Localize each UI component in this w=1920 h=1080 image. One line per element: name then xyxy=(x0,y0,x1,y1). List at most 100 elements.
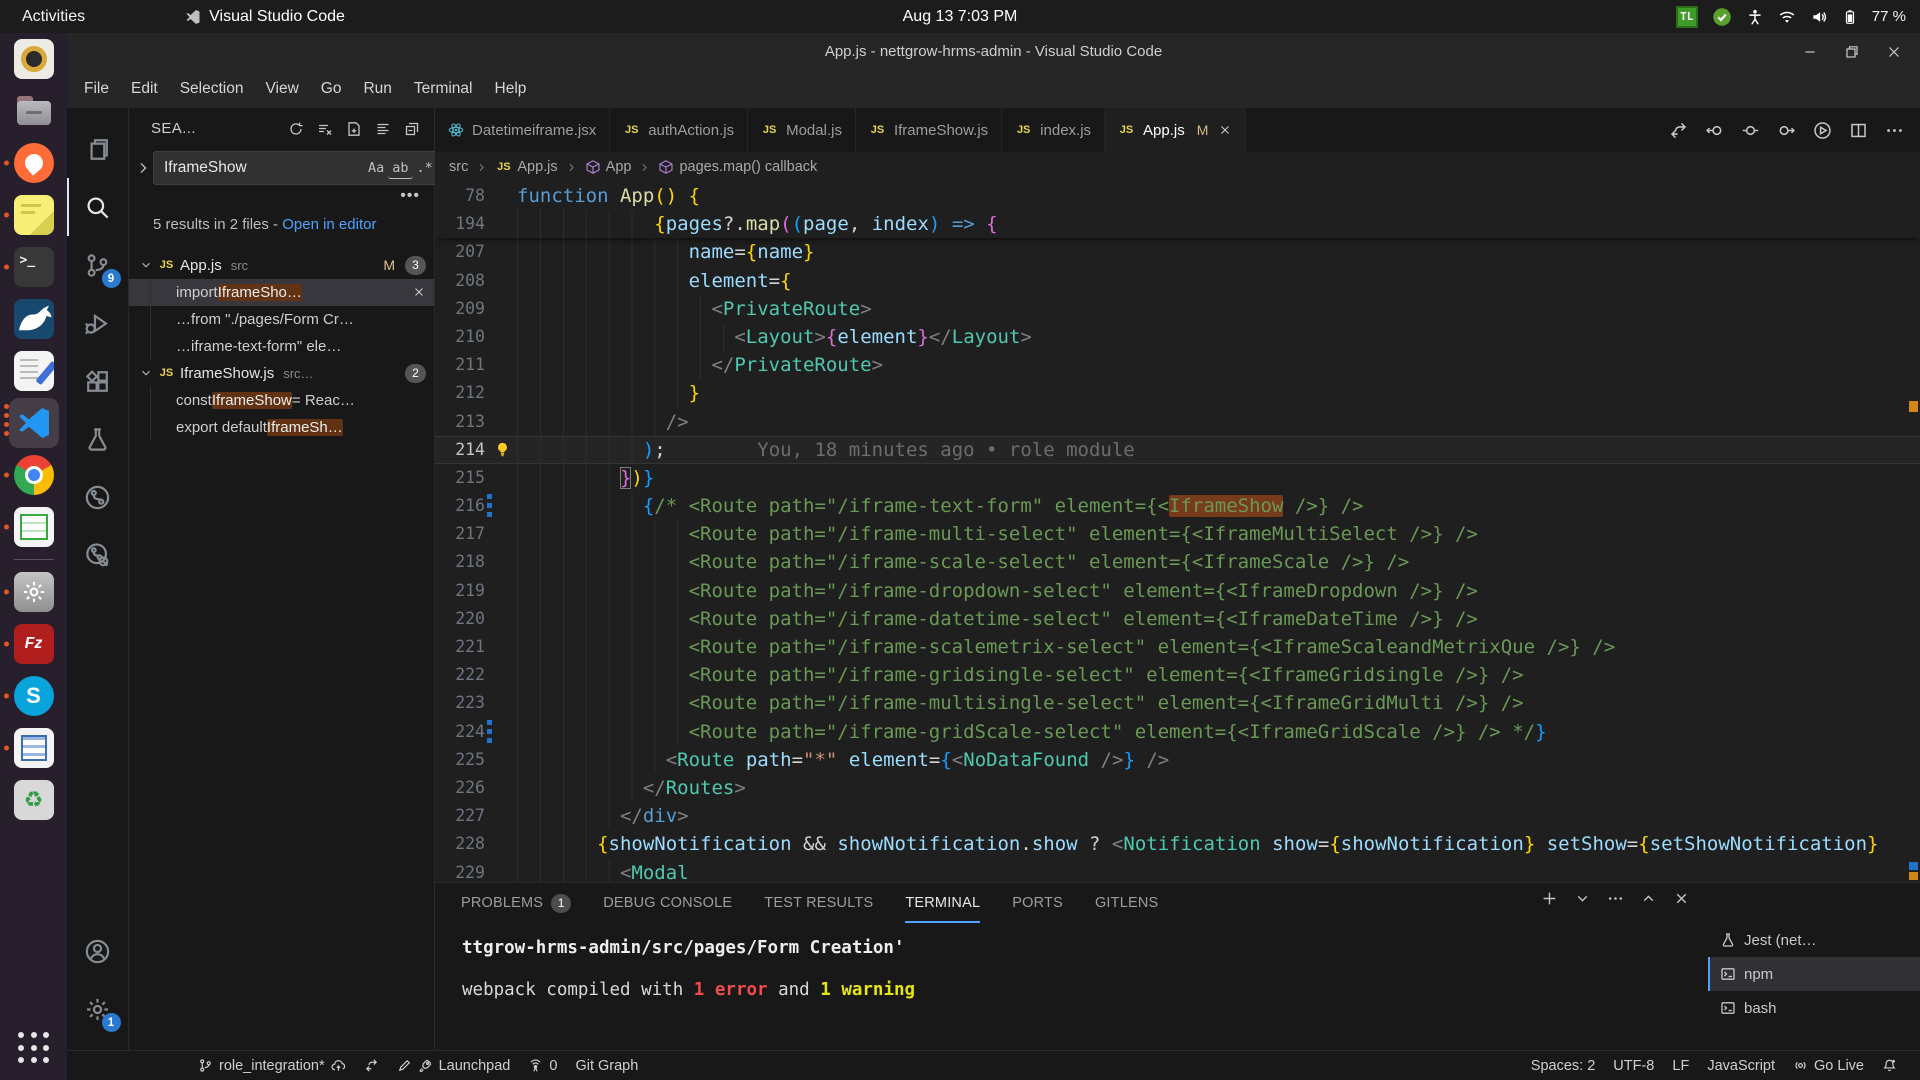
dismiss-match-icon[interactable] xyxy=(412,285,426,299)
code-line-207[interactable]: 207name={name} xyxy=(435,238,1920,266)
activitybar-explorer[interactable] xyxy=(67,120,129,178)
clear-search-results-icon[interactable] xyxy=(317,121,333,137)
status-item-git-graph[interactable]: Git Graph xyxy=(566,1058,647,1074)
code-line-225[interactable]: 225<Route path="*" element={<NoDataFound… xyxy=(435,746,1920,774)
status-item-go-live[interactable]: Go Live xyxy=(1784,1058,1873,1074)
code-line-212[interactable]: 212} xyxy=(435,379,1920,407)
menu-go[interactable]: Go xyxy=(310,75,353,103)
panel-tab-problems[interactable]: PROBLEMS1 xyxy=(461,883,571,923)
system-tray[interactable]: TL 77 % xyxy=(1676,6,1906,28)
next-change-icon[interactable] xyxy=(1777,121,1796,140)
code-line-208[interactable]: 208element={ xyxy=(435,267,1920,295)
code-line-229[interactable]: 229<Modal xyxy=(435,859,1920,882)
minimize-button[interactable] xyxy=(1802,44,1818,60)
breadcrumb-item[interactable]: App xyxy=(585,159,632,175)
code-line-221[interactable]: 221<Route path="/iframe-scalemetrix-sele… xyxy=(435,633,1920,661)
close-panel-icon[interactable] xyxy=(1673,890,1690,907)
activitybar-run-and-debug[interactable] xyxy=(67,294,129,352)
dock-item-filezilla[interactable]: Fz xyxy=(0,618,67,670)
dock-item-mysql-workbench[interactable] xyxy=(0,293,67,345)
terminal-tab-bash[interactable]: bash xyxy=(1708,991,1920,1025)
panel-tab-gitlens[interactable]: GITLENS xyxy=(1095,883,1158,923)
code-line-213[interactable]: 213/> xyxy=(435,408,1920,436)
tab-datetimeiframe-jsx[interactable]: Datetimeiframe.jsx xyxy=(435,108,610,152)
panel-tab-ports[interactable]: PORTS xyxy=(1012,883,1063,923)
status-item-role-integration-[interactable]: role_integration* xyxy=(189,1058,355,1074)
menu-view[interactable]: View xyxy=(254,75,309,103)
activitybar-gitlens[interactable] xyxy=(67,468,129,526)
status-item-utf-8[interactable]: UTF-8 xyxy=(1604,1058,1663,1074)
status-item-spaces-2[interactable]: Spaces: 2 xyxy=(1522,1058,1605,1074)
open-new-search-editor-icon[interactable] xyxy=(346,121,362,137)
regex-toggle[interactable]: .* xyxy=(413,158,437,178)
overview-ruler[interactable] xyxy=(1906,182,1920,882)
code-line-211[interactable]: 211</PrivateRoute> xyxy=(435,351,1920,379)
match-case-toggle[interactable]: Aa xyxy=(364,158,388,178)
activitybar-testing[interactable] xyxy=(67,410,129,468)
open-changes-icon[interactable] xyxy=(1669,121,1688,140)
panel-tab-debug-console[interactable]: DEBUG CONSOLE xyxy=(603,883,732,923)
activitybar-source-control[interactable]: 9 xyxy=(67,236,129,294)
search-file-row[interactable]: JSApp.jssrcM3 xyxy=(129,252,434,279)
activities-button[interactable]: Activities xyxy=(0,8,107,26)
status-item[interactable] xyxy=(1873,1058,1906,1073)
tab-close-icon[interactable] xyxy=(1218,123,1232,137)
dock-item-libreoffice-calc[interactable] xyxy=(0,501,67,553)
breadcrumb-item[interactable]: pages.map() callback xyxy=(658,159,817,175)
dock-item-sticky-notes[interactable] xyxy=(0,189,67,241)
code-line-214[interactable]: 214); You, 18 minutes ago • role module xyxy=(435,436,1920,464)
clock[interactable]: Aug 13 7:03 PM xyxy=(903,8,1018,26)
dock-item-trash[interactable]: ♻ xyxy=(0,774,67,826)
toggle-replace-icon[interactable] xyxy=(135,160,151,176)
search-match-row[interactable]: …iframe-text-form" ele… xyxy=(129,333,434,360)
code-line-219[interactable]: 219<Route path="/iframe-dropdown-select"… xyxy=(435,577,1920,605)
maximize-panel-icon[interactable] xyxy=(1640,890,1657,907)
split-editor-icon[interactable] xyxy=(1849,121,1868,140)
code-line-215[interactable]: 215})} xyxy=(435,464,1920,492)
code-line-218[interactable]: 218<Route path="/iframe-scale-select" el… xyxy=(435,548,1920,576)
status-item-0[interactable]: 0 xyxy=(519,1058,566,1074)
tab-app-js[interactable]: JSApp.jsM xyxy=(1105,108,1246,152)
code-line-223[interactable]: 223<Route path="/iframe-multisingle-sele… xyxy=(435,689,1920,717)
whole-word-toggle[interactable]: ab xyxy=(388,158,412,179)
dock-item-rhythmbox[interactable] xyxy=(0,33,67,85)
code-line-228[interactable]: 228{showNotification && showNotification… xyxy=(435,830,1920,858)
restore-button[interactable] xyxy=(1844,44,1860,60)
search-match-row[interactable]: const IframeShow = Reac… xyxy=(129,387,434,414)
open-in-editor-link[interactable]: Open in editor xyxy=(282,216,376,233)
close-window-button[interactable] xyxy=(1886,44,1902,60)
dock-item-chrome[interactable] xyxy=(0,449,67,501)
tab-iframeshow-js[interactable]: JSIframeShow.js xyxy=(856,108,1002,152)
expand-all-icon[interactable] xyxy=(375,121,391,137)
panel-tab-terminal[interactable]: TERMINAL xyxy=(905,883,980,923)
search-input[interactable] xyxy=(164,159,364,177)
tab-index-js[interactable]: JSindex.js xyxy=(1002,108,1105,152)
tab-modal-js[interactable]: JSModal.js xyxy=(748,108,856,152)
search-match-row[interactable]: …from "./pages/Form Cr… xyxy=(129,306,434,333)
panel-tab-test-results[interactable]: TEST RESULTS xyxy=(764,883,873,923)
terminal-tab-Jestnet[interactable]: Jest (net… xyxy=(1708,923,1920,957)
new-terminal-icon[interactable] xyxy=(1541,890,1558,907)
search-match-row[interactable]: import IframeSho… xyxy=(129,279,434,306)
status-item-launchpad[interactable]: Launchpad xyxy=(388,1058,520,1074)
menu-selection[interactable]: Selection xyxy=(169,75,255,103)
code-line-222[interactable]: 222<Route path="/iframe-gridsingle-selec… xyxy=(435,661,1920,689)
code-line-209[interactable]: 209<PrivateRoute> xyxy=(435,295,1920,323)
menu-edit[interactable]: Edit xyxy=(120,75,169,103)
code-line-227[interactable]: 227</div> xyxy=(435,802,1920,830)
refresh-icon[interactable] xyxy=(288,121,304,137)
previous-change-icon[interactable] xyxy=(1705,121,1724,140)
search-file-row[interactable]: JSIframeShow.jssrc…2 xyxy=(129,360,434,387)
tab-authaction-js[interactable]: JSauthAction.js xyxy=(610,108,748,152)
code-line-194[interactable]: 194{pages?.map((page, index) => { xyxy=(435,210,1920,238)
dock-item-vscode[interactable] xyxy=(0,397,67,449)
dock-item-text-editor[interactable] xyxy=(0,345,67,397)
menu-file[interactable]: File xyxy=(73,75,120,103)
menu-run[interactable]: Run xyxy=(352,75,402,103)
code-line-226[interactable]: 226</Routes> xyxy=(435,774,1920,802)
status-item-javascript[interactable]: JavaScript xyxy=(1698,1058,1784,1074)
dock-item-libreoffice-writer[interactable] xyxy=(0,722,67,774)
code-area[interactable]: 207name={name}208element={209<PrivateRou… xyxy=(435,238,1920,882)
menu-terminal[interactable]: Terminal xyxy=(403,75,484,103)
terminal-output[interactable]: ttgrow-hrms-admin/src/pages/Form Creatio… xyxy=(462,938,1692,1022)
